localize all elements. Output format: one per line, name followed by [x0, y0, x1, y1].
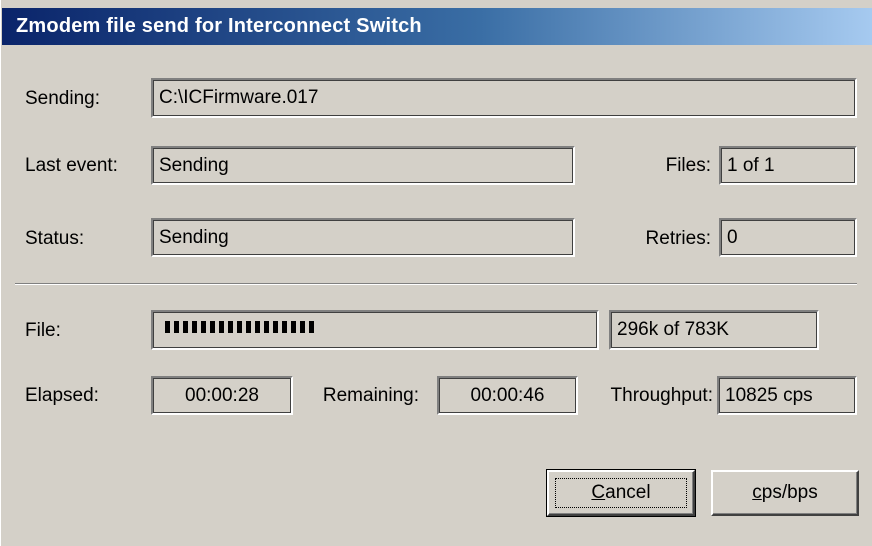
last-event-field: Sending: [151, 146, 575, 185]
cps-bps-button-label: cps/bps: [752, 482, 818, 503]
sending-label: Sending:: [25, 88, 101, 109]
progress-block: [264, 321, 269, 333]
progress-block: [165, 321, 170, 333]
throughput-field: 10825 cps: [717, 376, 857, 415]
progress-block: [246, 321, 251, 333]
progress-block: [255, 321, 260, 333]
cps-bps-button[interactable]: cps/bps: [711, 470, 859, 516]
files-label: Files:: [665, 155, 711, 176]
progress-block: [300, 321, 305, 333]
progress-bar-fill: [165, 321, 314, 333]
remaining-label: Remaining:: [322, 385, 419, 406]
status-field: Sending: [151, 218, 575, 257]
elapsed-field: 00:00:28: [151, 376, 293, 415]
progress-block: [282, 321, 287, 333]
remaining-field: 00:00:46: [437, 376, 578, 415]
section-divider: [15, 283, 857, 285]
focus-rectangle: [555, 478, 687, 508]
status-label: Status:: [25, 228, 85, 249]
sending-path-field: C:\ICFirmware.017: [151, 78, 857, 118]
progress-block: [309, 321, 314, 333]
window-title[interactable]: Zmodem file send for Interconnect Switch: [2, 8, 872, 45]
progress-block: [291, 321, 296, 333]
cancel-button[interactable]: Cancel: [546, 469, 696, 517]
progress-block: [183, 321, 188, 333]
progress-block: [201, 321, 206, 333]
file-label: File:: [25, 320, 61, 341]
elapsed-label: Elapsed:: [25, 385, 99, 406]
zmodem-dialog: Zmodem file send for Interconnect Switch…: [0, 0, 872, 546]
file-progress-text: 296k of 783K: [609, 310, 819, 350]
progress-block: [210, 321, 215, 333]
progress-block: [237, 321, 242, 333]
progress-block: [273, 321, 278, 333]
files-field: 1 of 1: [719, 146, 857, 185]
retries-label: Retries:: [645, 228, 711, 249]
last-event-label: Last event:: [25, 155, 118, 176]
progress-block: [219, 321, 224, 333]
progress-block: [192, 321, 197, 333]
progress-block: [174, 321, 179, 333]
progress-block: [228, 321, 233, 333]
file-progress-bar: [151, 310, 599, 350]
throughput-label: Throughput:: [610, 385, 713, 406]
retries-field: 0: [719, 218, 857, 257]
